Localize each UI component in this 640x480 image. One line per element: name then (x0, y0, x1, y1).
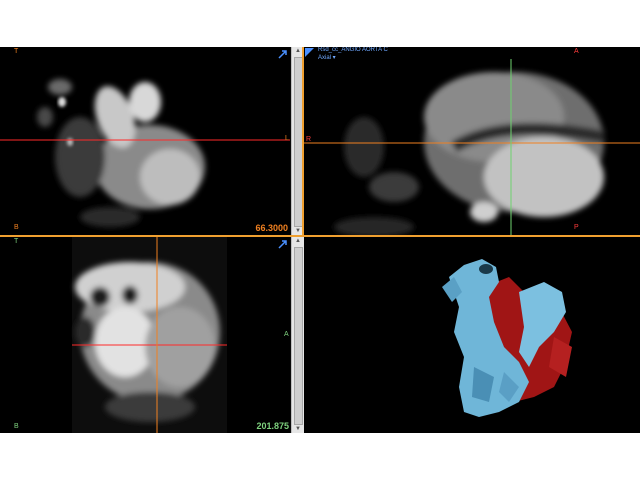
orientation-top-label: T (14, 238, 19, 245)
sagittal-image (0, 47, 290, 235)
orientation-right-label: A (284, 331, 289, 338)
orientation-bottom-label: B (14, 423, 19, 430)
heart-3d-model[interactable] (304, 237, 640, 433)
scrollbar-bottom-left[interactable]: ▲ ▼ (291, 237, 305, 433)
scroll-down-icon[interactable]: ▼ (292, 425, 304, 433)
corner-triangle-icon[interactable] (305, 48, 315, 58)
view-mode-dropdown[interactable]: Axial ▾ (318, 55, 336, 62)
volume-render-view[interactable] (304, 237, 640, 433)
viewer-layout: T B L 66.3000 ▲ ▼ Rsd_cc_ANGIO AORTA C A… (0, 47, 640, 433)
slice-position-value: 66.3000 (255, 223, 288, 233)
active-pane-border (302, 47, 304, 235)
slice-position-value: 201.875 (256, 421, 289, 431)
coronal-view[interactable]: T B A 201.875 (0, 237, 290, 433)
series-name: Rsd_cc_ANGIO AORTA C (318, 47, 388, 53)
orientation-bottom-label: B (14, 224, 19, 231)
scrollbar-thumb[interactable] (294, 247, 303, 425)
coronal-image (0, 237, 290, 433)
orientation-right-label: L (285, 135, 289, 142)
maximize-arrow-icon[interactable] (278, 49, 288, 59)
orientation-top-label: T (14, 48, 19, 55)
orientation-bottom-label: P (574, 224, 579, 231)
maximize-arrow-icon[interactable] (278, 239, 288, 249)
orientation-left-label: R (306, 136, 312, 143)
orientation-top-label: A (574, 48, 579, 55)
sagittal-view[interactable]: T B L 66.3000 (0, 47, 290, 235)
axial-view[interactable]: Rsd_cc_ANGIO AORTA C Axial ▾ A R P (304, 47, 640, 235)
scroll-up-icon[interactable]: ▲ (292, 237, 304, 245)
axial-image (304, 47, 640, 235)
